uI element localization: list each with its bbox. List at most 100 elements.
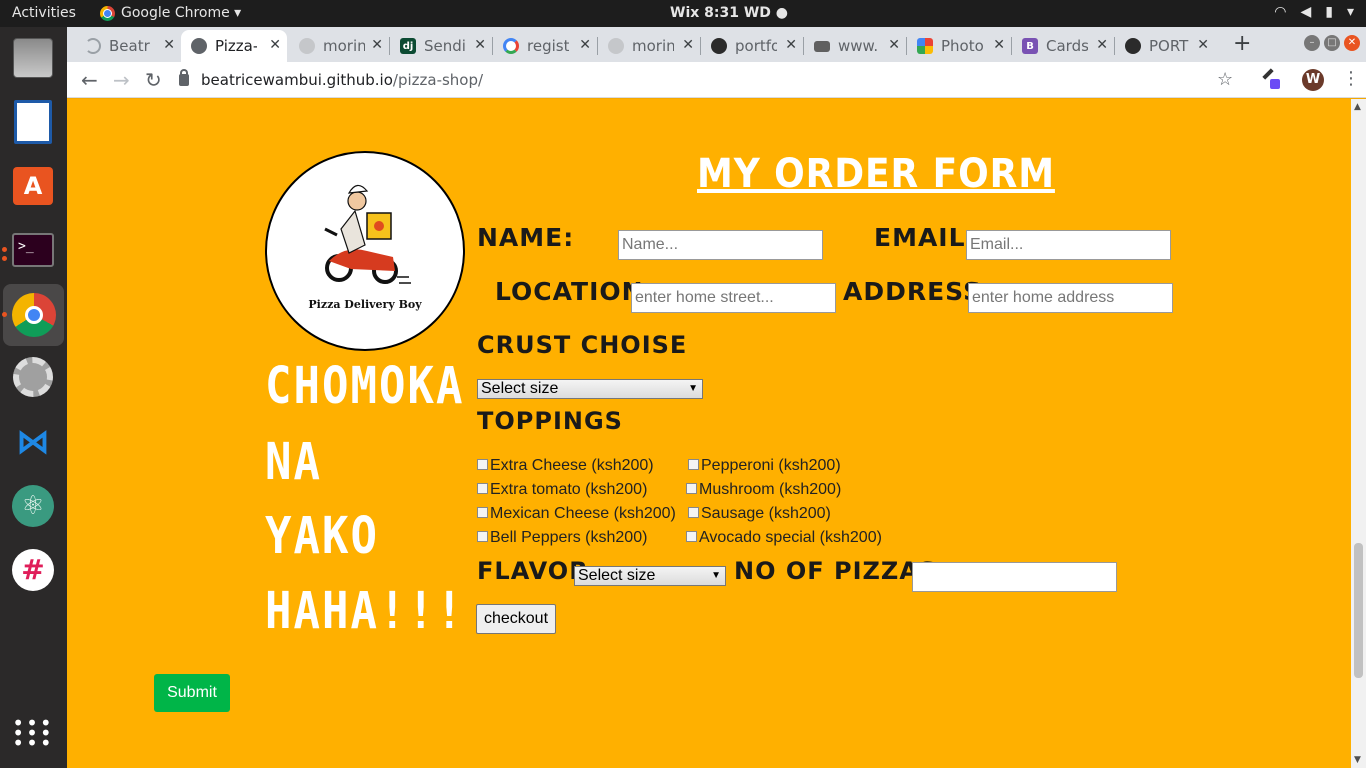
google-icon bbox=[503, 38, 519, 54]
scroll-up-arrow-icon[interactable]: ▲ bbox=[1354, 102, 1361, 112]
url-path: /pizza-shop/ bbox=[392, 71, 484, 89]
tab-pizza[interactable]: Pizza- ✕ bbox=[181, 30, 287, 62]
scroll-down-arrow-icon[interactable]: ▼ bbox=[1354, 755, 1361, 765]
tab-label: morin bbox=[323, 37, 365, 55]
pizza-count-input[interactable] bbox=[912, 562, 1117, 592]
page-scrollbar[interactable]: ▲ ▼ bbox=[1351, 99, 1366, 768]
new-tab-button[interactable]: + bbox=[1233, 31, 1251, 56]
topping-item[interactable]: Pepperoni (ksh200) bbox=[688, 457, 841, 475]
profile-avatar[interactable]: W bbox=[1302, 69, 1324, 91]
checkbox[interactable] bbox=[477, 458, 488, 470]
chrome-dock-icon[interactable] bbox=[3, 284, 64, 346]
topping-item[interactable]: Mushroom (ksh200) bbox=[686, 481, 841, 499]
clock[interactable]: Wix 8:31 WD ● bbox=[670, 5, 788, 21]
checkbox[interactable] bbox=[686, 482, 697, 494]
django-icon: dj bbox=[400, 38, 416, 54]
flavor-select[interactable]: Select size ▼ bbox=[574, 566, 726, 586]
slogan-line: CHOMOKA bbox=[265, 357, 465, 416]
close-icon[interactable]: ✕ bbox=[785, 37, 797, 53]
battery-icon: ▮ bbox=[1325, 4, 1333, 20]
kebab-menu-icon[interactable]: ⋮ bbox=[1342, 68, 1360, 89]
submit-button[interactable]: Submit bbox=[154, 674, 230, 712]
topping-item[interactable]: Extra tomato (ksh200) bbox=[477, 481, 647, 499]
flavor-select-value: Select size bbox=[578, 567, 656, 584]
github-icon bbox=[608, 38, 624, 54]
topping-label: Extra tomato (ksh200) bbox=[490, 481, 648, 498]
checkbox[interactable] bbox=[688, 458, 699, 470]
globe-icon bbox=[191, 38, 207, 54]
tab-morin-2[interactable]: morin ✕ bbox=[598, 30, 700, 62]
forward-arrow-icon[interactable]: → bbox=[113, 68, 130, 92]
activities-button[interactable]: Activities bbox=[12, 5, 76, 21]
slack-icon[interactable]: # bbox=[10, 547, 56, 593]
chrome-icon bbox=[100, 5, 115, 21]
tab-beatri[interactable]: Beatri ✕ bbox=[75, 30, 181, 62]
close-icon[interactable]: ✕ bbox=[474, 37, 486, 53]
checkbox[interactable] bbox=[477, 530, 488, 542]
tab-photo[interactable]: Photo ✕ bbox=[907, 30, 1011, 62]
reload-icon[interactable]: ↻ bbox=[145, 68, 162, 92]
location-input[interactable] bbox=[631, 283, 836, 313]
software-center-icon[interactable]: A bbox=[10, 163, 56, 209]
tab-label: www. bbox=[838, 37, 879, 55]
app-menu[interactable]: Google Chrome ▾ bbox=[100, 5, 241, 21]
files-icon[interactable] bbox=[10, 35, 56, 81]
back-arrow-icon[interactable]: ← bbox=[81, 68, 98, 92]
github-icon bbox=[711, 38, 727, 54]
topping-item[interactable]: Sausage (ksh200) bbox=[688, 505, 831, 523]
address-input[interactable] bbox=[968, 283, 1173, 313]
atom-icon[interactable]: ⚛ bbox=[10, 483, 56, 529]
close-icon[interactable]: ✕ bbox=[579, 37, 591, 53]
topping-item[interactable]: Avocado special (ksh200) bbox=[686, 529, 882, 547]
checkbox[interactable] bbox=[686, 530, 697, 542]
close-window-button[interactable]: ✕ bbox=[1344, 35, 1360, 51]
scrollbar-thumb[interactable] bbox=[1354, 543, 1363, 678]
tab-morin-1[interactable]: morin ✕ bbox=[289, 30, 389, 62]
url-host: beatricewambui.github.io bbox=[201, 71, 393, 89]
minimize-button[interactable]: – bbox=[1304, 35, 1320, 51]
tab-www[interactable]: www. ✕ bbox=[804, 30, 906, 62]
close-icon[interactable]: ✕ bbox=[1096, 37, 1108, 53]
close-icon[interactable]: ✕ bbox=[269, 37, 281, 53]
close-icon[interactable]: ✕ bbox=[888, 37, 900, 53]
topping-item[interactable]: Extra Cheese (ksh200) bbox=[477, 457, 654, 475]
slogan-line: YAKO bbox=[265, 507, 379, 566]
checkbox[interactable] bbox=[688, 506, 699, 518]
tab-label: Pizza- bbox=[215, 37, 257, 55]
crust-label: CRUST CHOISE bbox=[477, 331, 688, 359]
terminal-icon[interactable]: >_ bbox=[10, 227, 56, 273]
checkbox[interactable] bbox=[477, 482, 488, 494]
show-applications-icon[interactable]: ••• ••• ••• bbox=[10, 710, 56, 756]
tab-sendi[interactable]: dj Sendi ✕ bbox=[390, 30, 492, 62]
close-icon[interactable]: ✕ bbox=[993, 37, 1005, 53]
crust-select[interactable]: Select size ▼ bbox=[477, 379, 703, 399]
maximize-button[interactable]: □ bbox=[1324, 35, 1340, 51]
settings-icon[interactable] bbox=[10, 354, 56, 400]
tab-cards[interactable]: B Cards ✕ bbox=[1012, 30, 1114, 62]
flavor-label: FLAVOR bbox=[477, 557, 589, 585]
close-icon[interactable]: ✕ bbox=[1197, 37, 1209, 53]
bookmark-star-icon[interactable]: ☆ bbox=[1217, 69, 1233, 90]
extension-icon[interactable] bbox=[1261, 68, 1281, 90]
libreoffice-writer-icon[interactable] bbox=[10, 99, 56, 145]
topping-label: Avocado special (ksh200) bbox=[699, 529, 882, 546]
vscode-icon[interactable]: ⋈ bbox=[10, 419, 56, 465]
topping-item[interactable]: Mexican Cheese (ksh200) bbox=[477, 505, 676, 523]
topping-item[interactable]: Bell Peppers (ksh200) bbox=[477, 529, 647, 547]
checkout-button[interactable]: checkout bbox=[476, 604, 556, 634]
email-input[interactable] bbox=[966, 230, 1171, 260]
tab-regist[interactable]: regist ✕ bbox=[493, 30, 597, 62]
name-input[interactable] bbox=[618, 230, 823, 260]
tab-port[interactable]: PORT ✕ bbox=[1115, 30, 1215, 62]
tab-portfo[interactable]: portfo ✕ bbox=[701, 30, 803, 62]
dropdown-arrow-icon: ▼ bbox=[711, 570, 721, 581]
tab-strip: Beatri ✕ Pizza- ✕ morin ✕ dj Sendi ✕ reg… bbox=[67, 27, 1366, 62]
address-bar[interactable]: beatricewambui.github.io/pizza-shop/ bbox=[179, 65, 1229, 95]
system-tray[interactable]: ◠ ◀ ▮ ▾ bbox=[1274, 4, 1354, 20]
checkbox[interactable] bbox=[477, 506, 488, 518]
close-icon[interactable]: ✕ bbox=[163, 37, 175, 53]
close-icon[interactable]: ✕ bbox=[371, 37, 383, 53]
close-icon[interactable]: ✕ bbox=[682, 37, 694, 53]
youtube-icon bbox=[814, 40, 830, 52]
topping-label: Extra Cheese (ksh200) bbox=[490, 457, 654, 474]
